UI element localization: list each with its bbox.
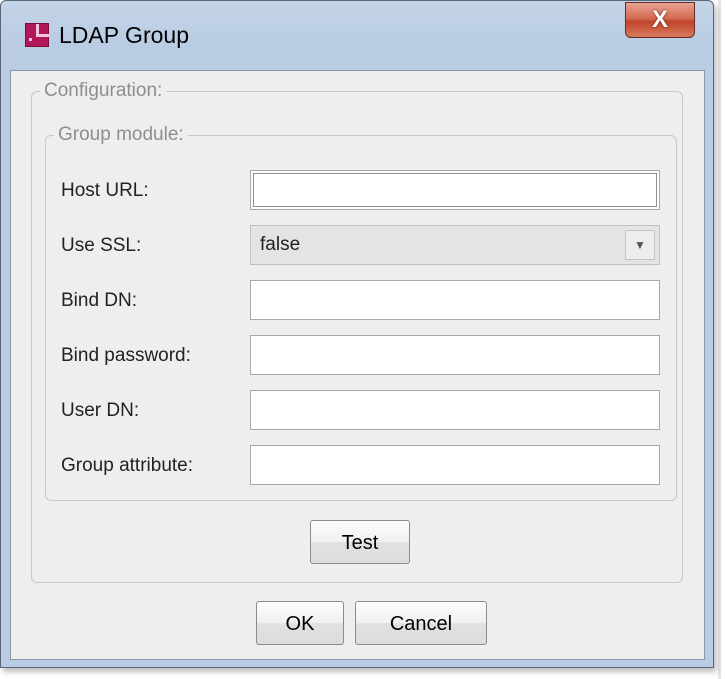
ldap-app-icon <box>25 23 49 47</box>
dialog-content: Configuration: Group module: Host URL: U… <box>10 70 705 660</box>
group-attribute-input[interactable] <box>250 445 660 485</box>
use-ssl-select[interactable]: false ▼ <box>250 225 660 265</box>
group-module-group: Group module: Host URL: Use SSL: false ▼… <box>45 123 677 501</box>
close-icon: X <box>651 6 668 33</box>
group-module-legend: Group module: <box>54 123 188 147</box>
dialog-window: LDAP Group X Configuration: Group module… <box>0 0 714 668</box>
user-dn-input[interactable] <box>250 390 660 430</box>
close-button[interactable]: X <box>625 2 695 38</box>
bind-password-input[interactable] <box>250 335 660 375</box>
background-edge <box>718 0 721 679</box>
bind-password-label: Bind password: <box>61 345 191 366</box>
host-url-label: Host URL: <box>61 180 149 201</box>
use-ssl-label: Use SSL: <box>61 235 142 256</box>
chevron-down-icon[interactable]: ▼ <box>625 230 655 260</box>
configuration-group: Configuration: Group module: Host URL: U… <box>31 79 683 583</box>
group-attribute-label: Group attribute: <box>61 455 194 476</box>
configuration-legend: Configuration: <box>40 79 167 103</box>
window-title: LDAP Group <box>59 22 189 48</box>
bind-dn-input[interactable] <box>250 280 660 320</box>
test-button[interactable]: Test <box>310 520 410 564</box>
user-dn-label: User DN: <box>61 400 140 421</box>
ok-button[interactable]: OK <box>256 601 344 645</box>
bind-dn-label: Bind DN: <box>61 290 138 311</box>
title-bar[interactable]: LDAP Group X <box>1 1 713 71</box>
host-url-input[interactable] <box>250 170 660 210</box>
cancel-button[interactable]: Cancel <box>355 601 487 645</box>
use-ssl-value: false <box>260 234 301 255</box>
